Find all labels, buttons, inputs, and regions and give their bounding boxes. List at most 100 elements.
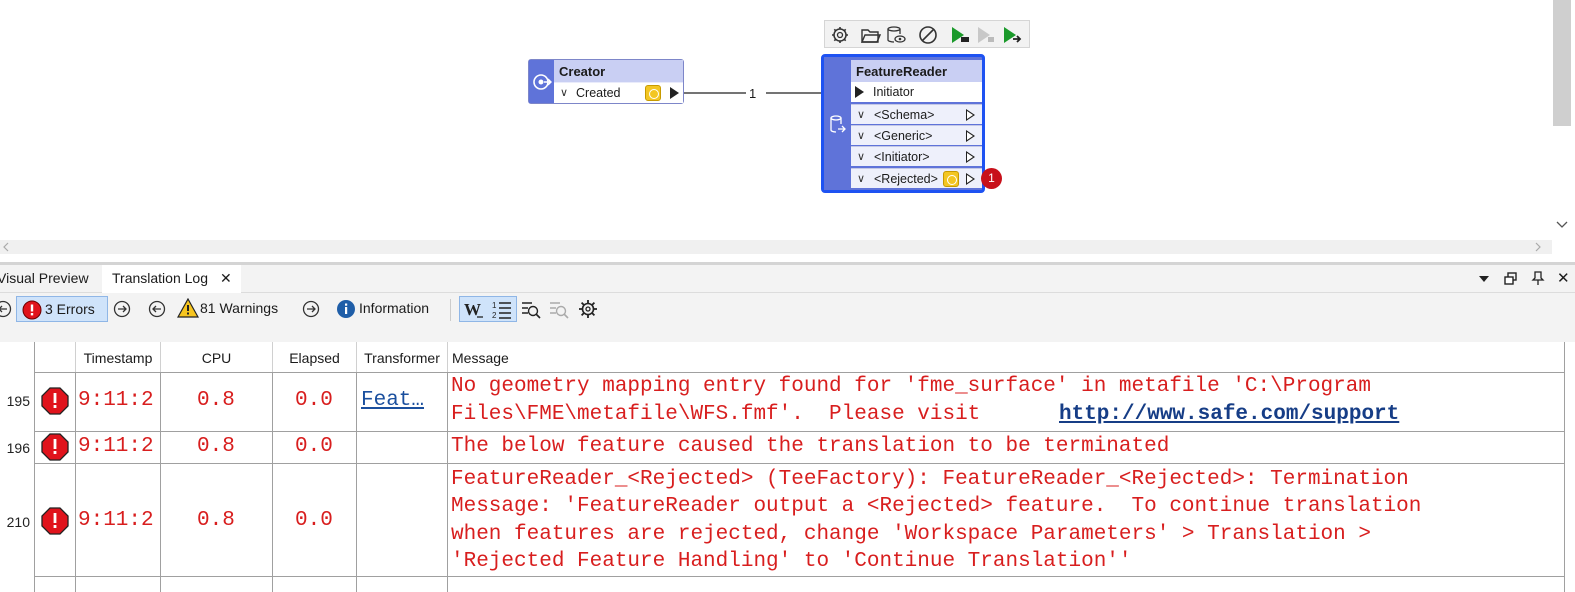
node-toolbar <box>824 20 1030 48</box>
find-icon[interactable] <box>520 299 542 321</box>
feature-cache-icon[interactable] <box>645 85 661 101</box>
run-from-this-icon[interactable] <box>1001 24 1023 46</box>
translation-log-table[interactable]: Timestamp CPU Elapsed Transformer Messag… <box>0 342 1565 592</box>
chevron-down-icon[interactable]: ∨ <box>857 129 865 142</box>
float-panel-icon[interactable] <box>1504 272 1518 286</box>
row-message-line: No geometry mapping entry found for 'fme… <box>451 375 1371 398</box>
chevron-down-icon[interactable]: ∨ <box>857 108 865 121</box>
featurereader-icon <box>830 115 846 133</box>
row-number: 210 <box>6 514 30 530</box>
output-port-icon[interactable] <box>670 87 679 99</box>
featurereader-output-rejected[interactable]: ∨ <Rejected> <box>851 168 982 188</box>
error-icon <box>41 387 69 415</box>
settings-icon[interactable] <box>577 298 599 320</box>
scroll-right-icon[interactable] <box>1533 242 1543 252</box>
information-filter-button[interactable]: Information <box>334 296 444 322</box>
connection-feature-count: 1 <box>749 86 757 101</box>
featurereader-output-generic[interactable]: ∨ <Generic> <box>851 125 982 145</box>
error-icon <box>41 433 69 461</box>
featurereader-output-schema[interactable]: ∨ <Schema> <box>851 104 982 124</box>
column-header-message[interactable]: Message <box>448 342 1565 372</box>
feature-cache-icon[interactable] <box>943 171 959 187</box>
errors-count-label: 3 Errors <box>45 301 95 317</box>
tab-visual-preview[interactable]: Visual Preview <box>0 265 100 293</box>
scroll-left-icon[interactable] <box>1 242 11 252</box>
column-header-cpu[interactable]: CPU <box>161 342 273 372</box>
canvas-vertical-scrollbar[interactable] <box>1552 0 1572 240</box>
featurereader-title[interactable]: FeatureReader <box>851 60 982 82</box>
column-header-transformer[interactable]: Transformer <box>357 342 448 372</box>
column-header-severity[interactable] <box>34 342 76 372</box>
row-message-line: FeatureReader_<Rejected> (TeeFactory): F… <box>451 468 1409 491</box>
featurereader-output-initiator[interactable]: ∨ <Initiator> <box>851 146 982 166</box>
scroll-down-icon[interactable] <box>1556 220 1568 230</box>
next-error-icon[interactable] <box>113 300 131 318</box>
tab-translation-log-label: Translation Log <box>112 270 208 286</box>
row-elapsed: 0.0 <box>295 509 333 532</box>
inspect-cache-icon[interactable] <box>885 24 907 46</box>
grid-top-gap <box>0 325 1575 342</box>
input-port-label: Initiator <box>873 85 914 99</box>
creator-icon <box>533 74 552 90</box>
row-message-line: when features are rejected, change 'Work… <box>451 523 1371 546</box>
warnings-filter-button[interactable]: 81 Warnings <box>175 296 293 322</box>
error-icon <box>22 300 42 320</box>
svg-text:1: 1 <box>492 301 497 310</box>
creator-output-port-row[interactable]: ∨ Created <box>554 83 683 103</box>
dropdown-icon[interactable] <box>1478 274 1490 284</box>
column-header-timestamp[interactable]: Timestamp <box>76 342 161 372</box>
output-port-icon[interactable] <box>966 109 975 121</box>
pin-icon[interactable] <box>1531 270 1545 286</box>
information-icon <box>337 300 355 318</box>
rejected-count-badge[interactable]: 1 <box>981 168 1002 189</box>
close-panel-icon[interactable]: ✕ <box>1557 269 1570 287</box>
warnings-count-label: 81 Warnings <box>200 300 279 316</box>
column-header-elapsed[interactable]: Elapsed <box>273 342 357 372</box>
creator-title[interactable]: Creator <box>554 60 683 82</box>
panel-tab-strip: Visual Preview Translation Log ✕ ✕ <box>0 265 1575 293</box>
row-transformer-link[interactable]: Feat… <box>361 387 424 414</box>
error-icon <box>41 507 69 535</box>
close-icon[interactable]: ✕ <box>220 270 232 287</box>
featurereader-node[interactable]: FeatureReader Initiator ∨ <Schema> ∨ <Ge… <box>821 54 985 193</box>
gear-icon[interactable] <box>829 24 851 46</box>
support-link[interactable]: http://www.safe.com/support <box>1059 401 1399 428</box>
output-port-icon[interactable] <box>966 130 975 142</box>
open-folder-icon[interactable] <box>859 24 881 46</box>
creator-side-bar <box>529 60 554 103</box>
row-message-line: Message: 'FeatureReader output a <Reject… <box>451 495 1422 518</box>
creator-node[interactable]: Creator ∨ Created <box>528 59 684 104</box>
canvas-horizontal-scrollbar[interactable] <box>0 240 1552 254</box>
run-this-icon[interactable] <box>975 24 997 46</box>
grid-line <box>75 372 76 592</box>
svg-text:W: W <box>464 300 481 319</box>
filter-icon[interactable] <box>548 299 570 321</box>
run-to-this-icon[interactable] <box>949 24 971 46</box>
featurereader-input-port[interactable]: Initiator <box>851 82 982 102</box>
errors-filter-button[interactable]: 3 Errors <box>16 296 108 322</box>
output-port-icon[interactable] <box>966 173 975 185</box>
output-port-icon[interactable] <box>966 151 975 163</box>
tab-translation-log[interactable]: Translation Log ✕ <box>102 265 241 293</box>
chevron-down-icon[interactable]: ∨ <box>560 86 568 99</box>
grid-line <box>160 372 161 592</box>
previous-icon[interactable] <box>0 300 12 318</box>
information-label: Information <box>359 300 430 316</box>
grid-line <box>272 372 273 592</box>
next-warning-icon[interactable] <box>302 300 320 318</box>
grid-line <box>34 342 35 592</box>
disable-icon[interactable] <box>917 24 939 46</box>
chevron-down-icon[interactable]: ∨ <box>857 150 865 163</box>
previous-warning-icon[interactable] <box>148 300 166 318</box>
featurereader-side-bar <box>824 57 851 190</box>
input-port-icon[interactable] <box>855 86 864 98</box>
scrollbar-thumb[interactable] <box>1553 0 1571 126</box>
chevron-down-icon[interactable]: ∨ <box>857 172 865 185</box>
log-toolbar: 3 Errors 81 Warnings Information W 12 <box>0 293 1575 325</box>
output-port-label: <Schema> <box>874 108 935 122</box>
row-cpu: 0.8 <box>197 435 235 458</box>
line-numbers-icon[interactable]: 12 <box>491 299 513 321</box>
wrap-text-icon[interactable]: W <box>463 299 485 321</box>
workspace-canvas[interactable]: Creator ∨ Created 1 FeatureReader Initia… <box>0 0 1575 240</box>
row-cpu: 0.8 <box>197 509 235 532</box>
